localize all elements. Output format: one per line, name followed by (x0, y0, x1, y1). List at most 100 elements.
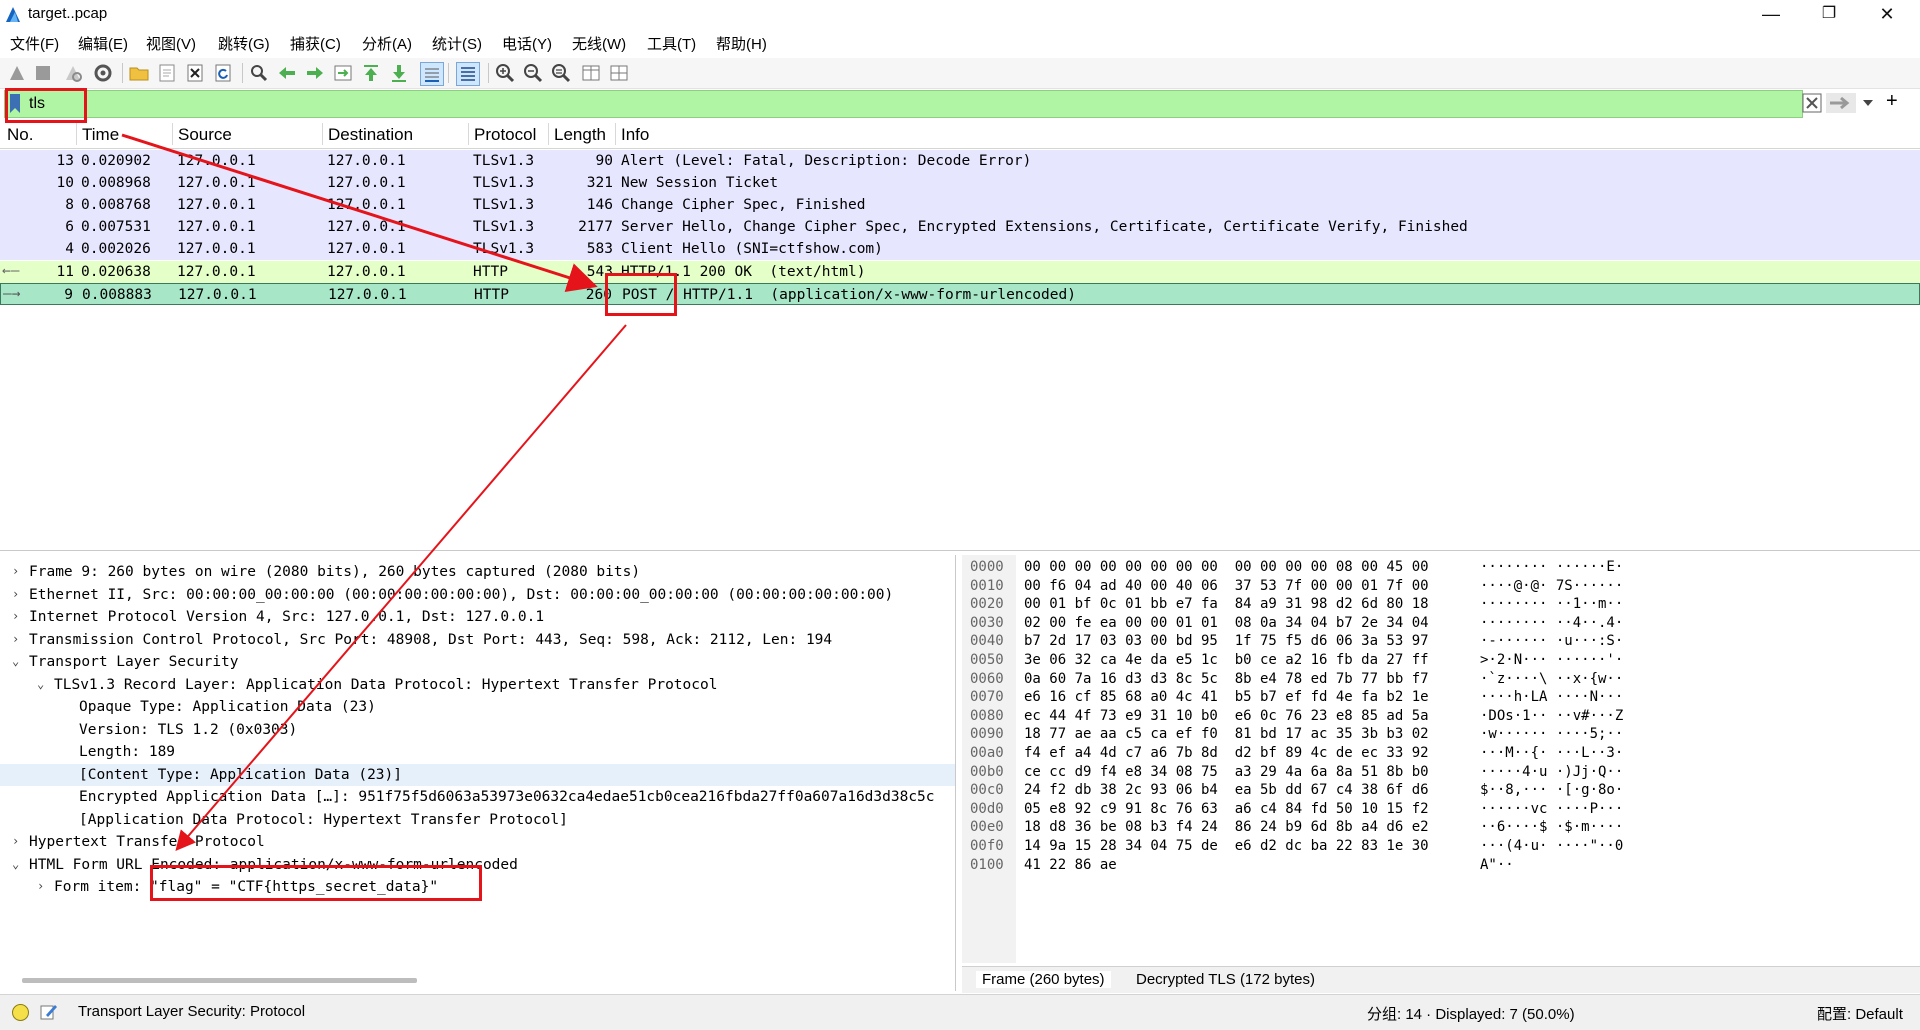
byte-offset[interactable]: 0000 (970, 559, 1004, 578)
display-filter-input[interactable] (29, 93, 1729, 114)
find-packet-icon[interactable] (248, 62, 270, 84)
detail-tree-item[interactable]: › Ethernet II, Src: 00:00:00_00:00:00 (00… (0, 584, 955, 606)
menu-tools[interactable]: 工具(T) (647, 33, 696, 54)
go-back-icon[interactable] (276, 62, 298, 84)
go-forward-icon[interactable] (304, 62, 326, 84)
packet-row[interactable]: ←‒ 11 0.020638 127.0.0.1 127.0.0.1 HTTP … (0, 261, 1920, 283)
menu-telephony[interactable]: 电话(Y) (502, 33, 552, 54)
detail-tree-item[interactable]: Opaque Type: Application Data (23) (0, 696, 955, 718)
byte-offset[interactable]: 0030 (970, 615, 1004, 634)
packet-row-selected[interactable]: ‒→ 9 0.008883 127.0.0.1 127.0.0.1 HTTP 2… (0, 283, 1920, 305)
clear-filter-icon[interactable] (1802, 93, 1822, 113)
byte-hex[interactable]: 18 d8 36 be 08 b3 f4 24 86 24 b9 6d 8b a… (1024, 819, 1429, 838)
packet-row[interactable]: 4 0.002026 127.0.0.1 127.0.0.1 TLSv1.3 5… (0, 238, 1920, 260)
first-packet-icon[interactable] (360, 62, 382, 84)
byte-offset[interactable]: 0040 (970, 633, 1004, 652)
byte-hex[interactable]: e6 16 cf 85 68 a0 4c 41 b5 b7 ef fd 4e f… (1024, 689, 1429, 708)
zoom-normal-icon[interactable] (550, 62, 572, 84)
byte-offset[interactable]: 00f0 (970, 838, 1004, 857)
collapse-arrow-icon[interactable]: ⌄ (12, 654, 24, 668)
edit-comment-icon[interactable] (40, 1003, 58, 1021)
add-filter-button-icon[interactable]: + (1886, 90, 1898, 113)
byte-offset[interactable]: 0090 (970, 726, 1004, 745)
menu-go[interactable]: 跳转(G) (218, 33, 270, 54)
save-file-icon[interactable] (156, 62, 178, 84)
expand-arrow-icon[interactable]: › (37, 879, 49, 893)
byte-hex[interactable]: 0a 60 7a 16 d3 d3 8c 5c 8b e4 78 ed 7b 7… (1024, 671, 1429, 690)
column-protocol[interactable]: Protocol (474, 125, 536, 145)
byte-ascii[interactable]: >·2·N··· ······'· (1480, 652, 1623, 671)
column-no[interactable]: No. (7, 125, 33, 145)
auto-scroll-icon[interactable] (420, 62, 444, 86)
expand-arrow-icon[interactable]: › (12, 632, 24, 646)
tab-decrypted-tls[interactable]: Decrypted TLS (172 bytes) (1136, 971, 1315, 988)
byte-offset[interactable]: 00b0 (970, 764, 1004, 783)
byte-hex[interactable]: b7 2d 17 03 03 00 bd 95 1f 75 f5 d6 06 3… (1024, 633, 1429, 652)
byte-ascii[interactable]: $··8,··· ·[·g·8o· (1480, 782, 1623, 801)
menu-view[interactable]: 视图(V) (146, 33, 196, 54)
expand-arrow-icon[interactable]: › (12, 834, 24, 848)
detail-tree-item[interactable]: › Transmission Control Protocol, Src Port… (0, 629, 955, 651)
column-source[interactable]: Source (178, 125, 232, 145)
restart-capture-icon[interactable] (62, 62, 84, 84)
byte-hex[interactable]: 18 77 ae aa c5 ca ef f0 81 bd 17 ac 35 3… (1024, 726, 1429, 745)
column-destination[interactable]: Destination (328, 125, 413, 145)
byte-offset[interactable]: 00d0 (970, 801, 1004, 820)
expert-info-icon[interactable] (12, 1004, 29, 1021)
byte-ascii[interactable]: ·-······ ·u···:S· (1480, 633, 1623, 652)
byte-ascii[interactable]: ········ ··1··m·· (1480, 596, 1623, 615)
byte-ascii[interactable]: ········ ······E· (1480, 559, 1623, 578)
display-filter-field[interactable] (4, 90, 1803, 118)
collapse-arrow-icon[interactable]: ⌄ (37, 677, 49, 691)
menu-statistics[interactable]: 统计(S) (432, 33, 482, 54)
detail-tree-item[interactable]: ⌄ Transport Layer Security (0, 651, 955, 673)
minimize-button[interactable]: — (1742, 0, 1800, 28)
byte-hex[interactable]: f4 ef a4 4d c7 a6 7b 8d d2 bf 89 4c de e… (1024, 745, 1429, 764)
open-file-icon[interactable] (128, 62, 150, 84)
detail-tree-item[interactable]: › Internet Protocol Version 4, Src: 127.0… (0, 606, 955, 628)
expand-arrow-icon[interactable]: › (12, 587, 24, 601)
byte-ascii[interactable]: ··6····$ ·$·m···· (1480, 819, 1623, 838)
byte-offset[interactable]: 0100 (970, 857, 1004, 876)
detail-tree-item[interactable]: ⌄ TLSv1.3 Record Layer: Application Data … (0, 674, 955, 696)
byte-ascii[interactable]: ····@·@· 7S······ (1480, 578, 1623, 597)
byte-hex[interactable]: 3e 06 32 ca 4e da e5 1c b0 ce a2 16 fb d… (1024, 652, 1429, 671)
byte-ascii[interactable]: ····h·LA ····N··· (1480, 689, 1623, 708)
byte-hex[interactable]: ec 44 4f 73 e9 31 10 b0 e6 0c 76 23 e8 8… (1024, 708, 1429, 727)
detail-tree-item[interactable]: [Application Data Protocol: Hypertext Tr… (0, 809, 955, 831)
zoom-in-icon[interactable] (494, 62, 516, 84)
column-time[interactable]: Time (82, 125, 119, 145)
byte-offset[interactable]: 0080 (970, 708, 1004, 727)
zoom-out-icon[interactable] (522, 62, 544, 84)
capture-options-icon[interactable] (92, 62, 114, 84)
packet-row[interactable]: 6 0.007531 127.0.0.1 127.0.0.1 TLSv1.3 2… (0, 216, 1920, 238)
byte-offset[interactable]: 0070 (970, 689, 1004, 708)
byte-offset[interactable]: 0010 (970, 578, 1004, 597)
byte-hex[interactable]: ce cc d9 f4 e8 34 08 75 a3 29 4a 6a 8a 5… (1024, 764, 1429, 783)
byte-offset[interactable]: 0050 (970, 652, 1004, 671)
close-file-icon[interactable] (184, 62, 206, 84)
byte-ascii[interactable]: ·····4·u ·)Jj·Q·· (1480, 764, 1623, 783)
menu-help[interactable]: 帮助(H) (716, 33, 767, 54)
byte-offset[interactable]: 00e0 (970, 819, 1004, 838)
byte-offset[interactable]: 00a0 (970, 745, 1004, 764)
stop-capture-icon[interactable] (32, 62, 54, 84)
layout-columns-icon[interactable] (608, 62, 630, 84)
go-to-packet-icon[interactable] (332, 62, 354, 84)
close-button[interactable]: ✕ (1858, 0, 1916, 28)
column-length[interactable]: Length (554, 125, 606, 145)
byte-hex[interactable]: 05 e8 92 c9 91 8c 76 63 a6 c4 84 fd 50 1… (1024, 801, 1429, 820)
colorize-icon[interactable] (456, 62, 480, 86)
column-info[interactable]: Info (621, 125, 649, 145)
menu-edit[interactable]: 编辑(E) (78, 33, 128, 54)
byte-offset[interactable]: 00c0 (970, 782, 1004, 801)
byte-ascii[interactable]: ······vc ····P··· (1480, 801, 1623, 820)
byte-ascii[interactable]: ···(4·u· ····"··0 (1480, 838, 1623, 857)
menu-capture[interactable]: 捕获(C) (290, 33, 341, 54)
byte-ascii[interactable]: ···M··{· ···L··3· (1480, 745, 1623, 764)
byte-hex[interactable]: 02 00 fe ea 00 00 01 01 08 0a 34 04 b7 2… (1024, 615, 1429, 634)
byte-ascii[interactable]: ·w······ ····5;·· (1480, 726, 1623, 745)
tab-frame-bytes[interactable]: Frame (260 bytes) (976, 971, 1111, 988)
detail-tree-item[interactable]: › Frame 9: 260 bytes on wire (2080 bits),… (0, 561, 955, 583)
byte-hex[interactable]: 00 f6 04 ad 40 00 40 06 37 53 7f 00 00 0… (1024, 578, 1429, 597)
